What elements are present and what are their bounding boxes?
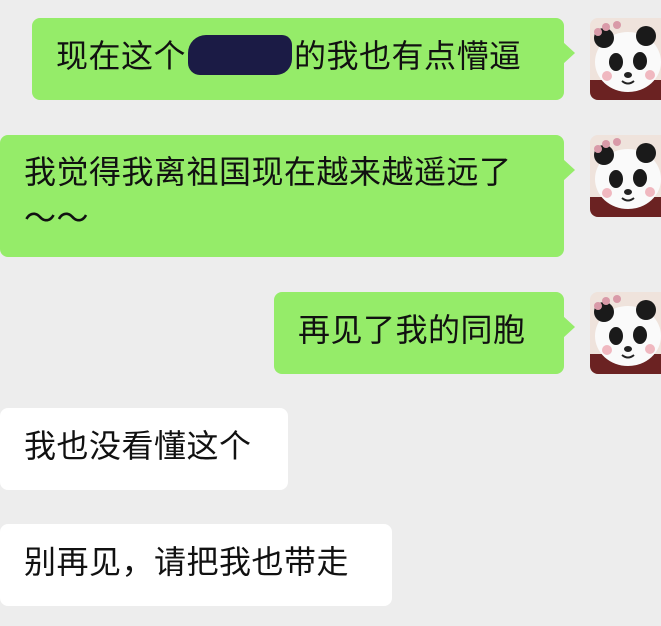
message-text: 我也没看懂这个 <box>24 427 252 465</box>
incoming-message-bubble[interactable]: 我也没看懂这个 <box>0 408 288 490</box>
message-row: 现在这个 的我也有点懵逼 <box>0 18 661 102</box>
message-text: 的我也有点懵逼 <box>294 37 522 75</box>
message-row: 再见了我的同胞 <box>0 292 661 376</box>
outgoing-message-bubble[interactable]: 现在这个 的我也有点懵逼 <box>32 18 575 100</box>
redaction-scribble <box>188 35 293 75</box>
chat-conversation: 现在这个 的我也有点懵逼 我觉得我离祖国现在越来越遥远了～～ 再见了我的同胞 我… <box>0 0 661 626</box>
panda-avatar-icon[interactable] <box>590 292 661 374</box>
message-row: 别再见，请把我也带走 <box>0 524 661 608</box>
message-text: 现在这个 <box>56 37 187 75</box>
outgoing-message-bubble[interactable]: 我觉得我离祖国现在越来越遥远了～～ <box>0 135 575 257</box>
message-text: 别再见，请把我也带走 <box>24 543 350 581</box>
message-text: 再见了我的同胞 <box>298 311 526 349</box>
incoming-message-bubble[interactable]: 别再见，请把我也带走 <box>0 524 392 606</box>
message-row: 我也没看懂这个 <box>0 408 661 492</box>
panda-avatar-icon[interactable] <box>590 135 661 217</box>
message-text: 我觉得我离祖国现在越来越遥远了～～ <box>24 153 512 237</box>
message-row: 我觉得我离祖国现在越来越遥远了～～ <box>0 135 661 259</box>
outgoing-message-bubble[interactable]: 再见了我的同胞 <box>274 292 575 374</box>
panda-avatar-icon[interactable] <box>590 18 661 100</box>
